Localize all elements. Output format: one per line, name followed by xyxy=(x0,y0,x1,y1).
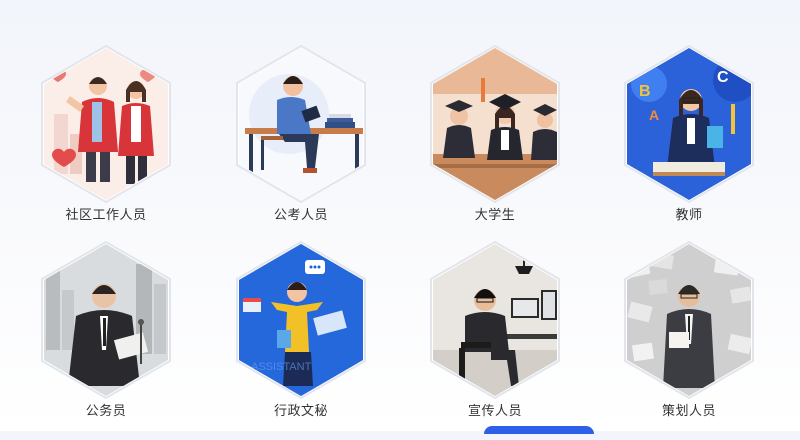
role-label: 社区工作人员 xyxy=(65,208,147,223)
planner-illustration xyxy=(619,240,759,400)
role-card-exam-candidates[interactable]: 公考人员 xyxy=(231,44,371,244)
role-label: 公务员 xyxy=(85,404,127,419)
publicity-staff-illustration xyxy=(425,240,565,400)
svg-text:ASSISTANT: ASSISTANT xyxy=(251,361,312,373)
role-card-teachers[interactable]: B C A 教师 xyxy=(619,44,759,244)
role-label: 宣传人员 xyxy=(467,404,522,419)
primary-action-button-edge[interactable] xyxy=(484,426,594,434)
role-card-admin-secretary[interactable]: ASSISTANT 行政文秘 xyxy=(231,240,371,440)
role-card-planners[interactable]: 策划人员 xyxy=(619,240,759,440)
role-grid: 社区工作人员 公考人员 大学生 B C A 教师 公务员 ASSISTANT 行… xyxy=(0,0,800,431)
admin-secretary-illustration: ASSISTANT xyxy=(231,240,371,400)
exam-candidate-illustration xyxy=(231,44,371,204)
role-label: 策划人员 xyxy=(661,404,716,419)
role-label: 大学生 xyxy=(474,208,516,223)
role-label: 行政文秘 xyxy=(273,404,328,419)
graduates-illustration xyxy=(425,44,565,204)
community-workers-illustration xyxy=(36,44,176,204)
svg-text:C: C xyxy=(717,69,729,86)
svg-text:B: B xyxy=(639,83,651,100)
civil-servant-illustration xyxy=(36,240,176,400)
role-card-college-students[interactable]: 大学生 xyxy=(425,44,565,244)
svg-text:A: A xyxy=(649,107,659,123)
role-card-civil-servants[interactable]: 公务员 xyxy=(36,240,176,440)
role-label: 公考人员 xyxy=(273,208,328,223)
teacher-illustration: B C A xyxy=(619,44,759,204)
role-card-publicity-staff[interactable]: 宣传人员 xyxy=(425,240,565,440)
role-label: 教师 xyxy=(675,208,703,223)
role-card-community-workers[interactable]: 社区工作人员 xyxy=(36,44,176,244)
